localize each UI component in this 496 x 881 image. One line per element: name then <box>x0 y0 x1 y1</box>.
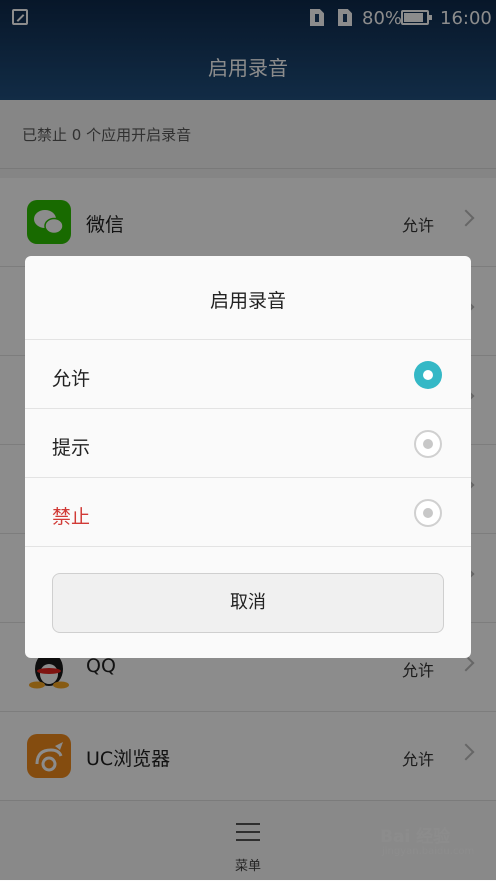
option-label: 允许 <box>52 368 91 390</box>
option-deny[interactable]: 禁止 <box>25 477 471 547</box>
radio-unselected[interactable] <box>414 430 442 458</box>
dialog-footer: 取消 <box>25 546 471 658</box>
option-label: 提示 <box>52 437 91 459</box>
record-permission-dialog: 启用录音 允许 提示 禁止 取消 <box>25 256 471 658</box>
option-prompt[interactable]: 提示 <box>25 408 471 478</box>
dialog-title: 启用录音 <box>209 290 286 312</box>
radio-unselected[interactable] <box>414 499 442 527</box>
option-allow[interactable]: 允许 <box>25 339 471 409</box>
option-label: 禁止 <box>52 506 91 528</box>
radio-selected[interactable] <box>414 361 442 389</box>
cancel-button[interactable]: 取消 <box>52 573 444 633</box>
